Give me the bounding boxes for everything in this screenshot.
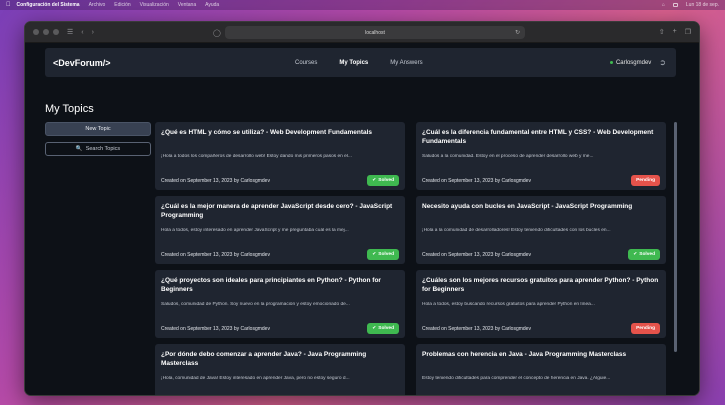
back-icon[interactable]: ‹: [81, 29, 83, 36]
menubar-item-archivo[interactable]: Archivo: [89, 2, 106, 8]
topic-title[interactable]: ¿Por dónde debo comenzar a aprender Java…: [161, 350, 399, 370]
topic-card[interactable]: Necesito ayuda con bucles en JavaScript …: [416, 196, 666, 264]
macos-menubar:  Configuración del Sistema Archivo Edic…: [0, 0, 725, 10]
topic-excerpt: Hola a todos, estoy buscando recursos gr…: [422, 302, 595, 307]
status-badge: ✔ Solved: [367, 323, 399, 334]
apple-icon[interactable]: : [6, 2, 11, 8]
menubar-item-edicion[interactable]: Edición: [114, 2, 130, 8]
topic-excerpt: ¡Hola a la comunidad de desarrolladores!…: [422, 228, 611, 233]
topic-card[interactable]: ¿Cuáles son los mejores recursos gratuit…: [416, 270, 666, 338]
logout-icon[interactable]: ➲: [659, 58, 666, 67]
topic-title[interactable]: ¿Qué proyectos son ideales para principi…: [161, 276, 399, 296]
topic-title[interactable]: ¿Cuál es la diferencia fundamental entre…: [422, 128, 660, 148]
topic-card[interactable]: Problemas con herencia en Java - Java Pr…: [416, 344, 666, 395]
address-bar[interactable]: ◯ localhost ↻: [213, 26, 525, 39]
topic-card[interactable]: ¿Cuál es la diferencia fundamental entre…: [416, 122, 666, 190]
topic-meta: Created on September 13, 2023 by Carlosg…: [422, 326, 531, 332]
topic-meta: Created on September 13, 2023 by Carlosg…: [422, 252, 531, 258]
topic-card[interactable]: ¿Cuál es la mejor manera de aprender Jav…: [155, 196, 405, 264]
topic-card[interactable]: ¿Qué es HTML y cómo se utiliza? - Web De…: [155, 122, 405, 190]
control-center-icon[interactable]: [672, 3, 678, 7]
menubar-app-name[interactable]: Configuración del Sistema: [17, 2, 80, 8]
menubar-item-visualizacion[interactable]: Visualización: [140, 2, 169, 8]
user-menu[interactable]: Carlosgmdev ➲: [609, 58, 666, 67]
sidebar: New Topic 🔍 Search Topics: [45, 122, 151, 156]
check-icon: ✔: [372, 178, 377, 183]
topic-excerpt: Estoy teniendo dificultades para compren…: [422, 376, 611, 381]
share-icon[interactable]: ⇧: [659, 28, 665, 36]
topic-card[interactable]: ¿Qué proyectos son ideales para principi…: [155, 270, 405, 338]
status-badge: ✔ Solved: [628, 249, 660, 260]
topic-title[interactable]: ¿Cuál es la mejor manera de aprender Jav…: [161, 202, 399, 222]
status-label: Solved: [378, 178, 394, 183]
search-topics-button[interactable]: 🔍 Search Topics: [45, 142, 151, 156]
topic-excerpt: Saludos a la comunidad. Estoy en el proc…: [422, 154, 594, 159]
zoom-window-icon[interactable]: [53, 29, 59, 35]
topic-title[interactable]: Necesito ayuda con bucles en JavaScript …: [422, 202, 660, 222]
wifi-icon[interactable]: ⌂: [662, 2, 665, 8]
topic-excerpt: ¡Hola, comunidad de Java! Estoy interesa…: [161, 376, 350, 381]
status-badge: ✔ Solved: [367, 249, 399, 260]
menubar-item-ayuda[interactable]: Ayuda: [205, 2, 219, 8]
topic-excerpt: ¡Hola a todos los compañeros de desarrol…: [161, 154, 352, 159]
topic-meta: Created on September 13, 2023 by Carlosg…: [161, 252, 270, 258]
privacy-shield-icon[interactable]: ◯: [213, 29, 221, 37]
nav-links: Courses My Topics My Answers: [295, 60, 423, 66]
online-status-icon: [609, 61, 613, 64]
username: Carlosgmdev: [615, 59, 652, 66]
topic-meta: Created on September 13, 2023 by Carlosg…: [422, 178, 531, 184]
topic-title[interactable]: ¿Cuáles son los mejores recursos gratuit…: [422, 276, 660, 296]
topic-title[interactable]: ¿Qué es HTML y cómo se utiliza? - Web De…: [161, 128, 399, 148]
menubar-clock[interactable]: Lun 18 de sep.: [686, 2, 719, 8]
topic-card[interactable]: ¿Por dónde debo comenzar a aprender Java…: [155, 344, 405, 395]
page-title: My Topics: [45, 103, 94, 115]
nav-link-my-topics[interactable]: My Topics: [339, 60, 368, 66]
close-window-icon[interactable]: [33, 29, 39, 35]
topic-meta: Created on September 13, 2023 by Carlosg…: [161, 178, 270, 184]
status-label: Solved: [378, 252, 394, 257]
nav-link-courses[interactable]: Courses: [295, 60, 317, 66]
minimize-window-icon[interactable]: [43, 29, 49, 35]
status-badge: ✔ Solved: [367, 175, 399, 186]
status-badge: Pending: [631, 323, 660, 334]
status-label: Solved: [639, 252, 655, 257]
status-badge: Pending: [631, 175, 660, 186]
brand-logo[interactable]: <DevForum/>: [53, 58, 111, 68]
sidebar-toggle-icon[interactable]: ☰: [67, 28, 73, 36]
new-tab-icon[interactable]: +: [673, 28, 677, 36]
search-topics-label: Search Topics: [85, 146, 121, 152]
search-icon: 🔍: [75, 146, 83, 152]
nav-link-my-answers[interactable]: My Answers: [390, 60, 422, 66]
check-icon: ✔: [372, 326, 377, 331]
new-topic-button[interactable]: New Topic: [45, 122, 151, 136]
browser-window: ☰ ‹ › ◯ localhost ↻ ⇧ + ❐ <DevForum/> Co…: [24, 21, 700, 396]
topics-scrollbar[interactable]: [674, 122, 677, 352]
reload-icon[interactable]: ↻: [515, 29, 520, 36]
topic-meta: Created on September 13, 2023 by Carlosg…: [161, 326, 270, 332]
browser-titlebar: ☰ ‹ › ◯ localhost ↻ ⇧ + ❐: [25, 22, 699, 43]
menubar-item-ventana[interactable]: Ventana: [178, 2, 196, 8]
forward-icon[interactable]: ›: [92, 29, 94, 36]
address-url: localhost: [365, 29, 385, 36]
check-icon: ✔: [633, 252, 638, 257]
topic-title[interactable]: Problemas con herencia en Java - Java Pr…: [422, 350, 660, 370]
status-label: Solved: [378, 326, 394, 331]
window-controls: [33, 29, 59, 35]
devforum-app: <DevForum/> Courses My Topics My Answers…: [25, 43, 699, 395]
status-label: Pending: [636, 326, 655, 331]
topic-excerpt: Hola a todos, estoy interesado en aprend…: [161, 228, 349, 233]
tab-overview-icon[interactable]: ❐: [685, 28, 691, 36]
check-icon: ✔: [372, 252, 377, 257]
top-navbar: <DevForum/> Courses My Topics My Answers…: [45, 48, 676, 77]
topic-excerpt: Saludos, comunidad de Python. Soy nuevo …: [161, 302, 350, 307]
status-label: Pending: [636, 178, 655, 183]
